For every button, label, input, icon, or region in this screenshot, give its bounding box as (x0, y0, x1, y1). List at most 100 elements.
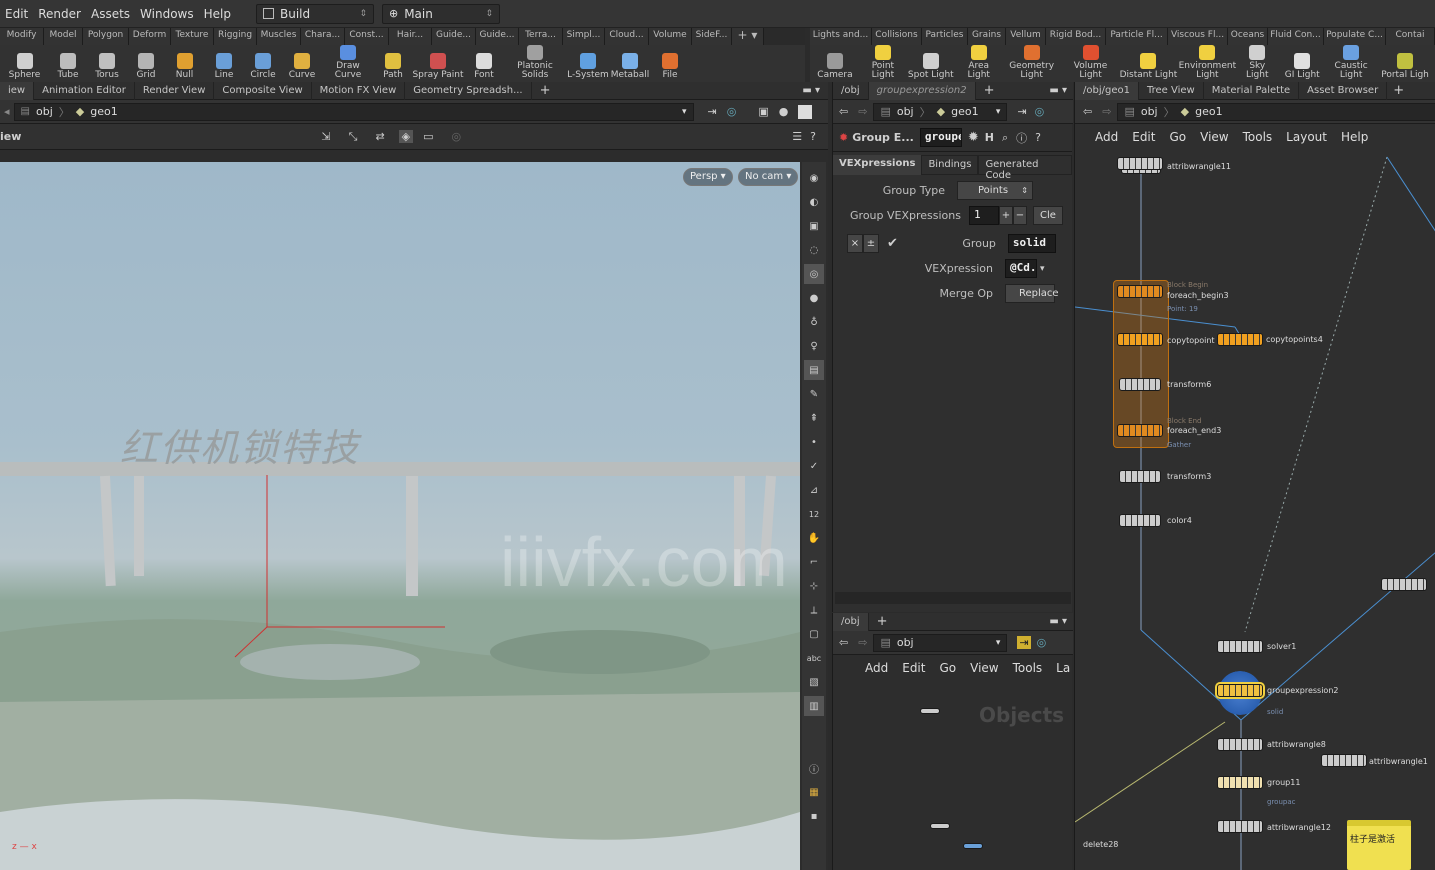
tool-curve[interactable]: Curve (282, 45, 322, 82)
bulb-icon[interactable]: ♁ (804, 312, 824, 332)
add-tab-button[interactable]: + (532, 83, 559, 98)
menu-layout[interactable]: Layout (1286, 130, 1327, 144)
node-foreach-end3[interactable] (1117, 424, 1163, 437)
tool-area-light[interactable]: Area Light (956, 45, 1002, 82)
tool-spray-paint[interactable]: Spray Paint (412, 45, 464, 82)
menu-assets[interactable]: Assets (86, 7, 135, 21)
node-attribwrangle8[interactable] (1217, 738, 1263, 751)
gear-icon[interactable]: ✹ (968, 130, 979, 145)
pane-menu-icon[interactable]: ▬ ▾ (1049, 616, 1073, 627)
geo-path-field[interactable]: ▤ obj 〉 ◆ geo1 (1117, 102, 1435, 121)
info-icon[interactable]: ⓘ (804, 758, 824, 778)
info-icon[interactable]: ⓘ (1016, 130, 1027, 146)
select-tool-icon[interactable]: ⇲ (321, 130, 330, 143)
light-icon[interactable]: ● (804, 288, 824, 308)
axis-icon[interactable]: ⟂ (804, 600, 824, 620)
menu-edit[interactable]: Edit (902, 661, 925, 675)
shelf-tab[interactable]: Guide... (476, 28, 519, 45)
menu-add[interactable]: Add (865, 661, 888, 675)
forward-arrow-icon[interactable]: ⇨ (1096, 105, 1117, 118)
shelf-tab[interactable]: Const... (345, 28, 389, 45)
tool-torus[interactable]: Torus (87, 45, 127, 82)
camera-icon[interactable]: ▪ (804, 806, 824, 826)
path-obj[interactable]: obj (1141, 105, 1158, 118)
menu-go[interactable]: Go (1169, 130, 1186, 144)
menu-add[interactable]: Add (1095, 130, 1118, 144)
view-mode-icon[interactable]: ◈ (398, 130, 414, 143)
hand-icon[interactable]: ✋ (804, 528, 824, 548)
tool-line[interactable]: Line (204, 45, 244, 82)
obj-node[interactable] (963, 843, 983, 849)
menu-render[interactable]: Render (33, 7, 86, 21)
persp-menu-button[interactable]: Persp ▾ (683, 168, 733, 186)
normals-icon[interactable]: ⇞ (804, 408, 824, 428)
path-geo1[interactable]: geo1 (951, 105, 978, 118)
pin-icon[interactable]: ⇥ (1017, 636, 1031, 649)
add-tab-button[interactable]: + (976, 83, 1003, 98)
menu-tools[interactable]: Tools (1243, 130, 1273, 144)
shelf-tab[interactable]: Terra... (519, 28, 563, 45)
path-geo1[interactable]: geo1 (1195, 105, 1222, 118)
eye-icon[interactable]: ◉ (804, 168, 824, 188)
geo-network-canvas[interactable]: attribwrangle11 foreach_begin3 Block Begin… (1075, 152, 1435, 870)
help-h-icon[interactable]: H (985, 131, 994, 144)
tab-motion-fx-view[interactable]: Motion FX View (312, 81, 406, 100)
tab-vexpressions[interactable]: VEXpressions (833, 155, 922, 175)
shelf-tab[interactable]: Simpl... (563, 28, 605, 45)
frame-icon[interactable]: ▢ (804, 624, 824, 644)
tab-tree-view[interactable]: Tree View (1139, 82, 1204, 100)
tool-path[interactable]: Path (374, 45, 412, 82)
sticky-note[interactable]: 柱子是激活 (1347, 820, 1411, 870)
tab-groupexpression2[interactable]: groupexpression2 (868, 81, 976, 100)
back-arrow-icon[interactable]: ⇦ (1075, 105, 1096, 118)
node-copytopoint[interactable] (1117, 333, 1163, 346)
shelf-tab[interactable]: Volume (649, 28, 692, 45)
wireframe-icon[interactable]: ◎ (804, 264, 824, 284)
node-transform6[interactable] (1119, 378, 1161, 391)
add-tab-button[interactable]: + (869, 614, 896, 629)
path-geo1[interactable]: geo1 (90, 105, 117, 118)
menu-edit[interactable]: Edit (0, 7, 33, 21)
link-icon[interactable]: ◎ (1035, 105, 1045, 118)
shelf-tab[interactable]: Rigging (214, 28, 257, 45)
back-arrow-icon[interactable]: ⇦ (833, 105, 852, 118)
tab-obj[interactable]: /obj (833, 612, 869, 631)
shelf-tab[interactable]: Texture (171, 28, 214, 45)
tool-lsystem[interactable]: L-System (566, 45, 610, 82)
tool-distant-light[interactable]: Distant Light (1120, 45, 1178, 82)
node-foreach-begin3[interactable] (1117, 285, 1163, 298)
context-selector[interactable]: ⊕ Main ⇕ (381, 3, 500, 24)
shelf-tab[interactable]: Fluid Con... (1268, 28, 1324, 45)
obj-node[interactable] (930, 823, 950, 829)
search-icon[interactable]: ⌕ (1002, 131, 1008, 145)
insert-instance-button[interactable]: ± (863, 234, 879, 253)
shelf-tab[interactable]: Contai (1386, 28, 1435, 45)
menu-view[interactable]: View (1200, 130, 1228, 144)
tool-gi-light[interactable]: GI Light (1277, 45, 1327, 82)
tab-asset-browser[interactable]: Asset Browser (1299, 82, 1388, 100)
tool-geometry-light[interactable]: Geometry Light (1002, 45, 1062, 82)
chevron-down-icon[interactable]: ▾ (1040, 264, 1045, 274)
node-name-field[interactable]: groupe (919, 128, 962, 147)
tab-scene-view[interactable]: iew (0, 81, 35, 100)
tool-portal-light[interactable]: Portal Ligh (1375, 45, 1435, 82)
pin-icon[interactable]: ⇥ (708, 105, 717, 118)
tool-platonic-solids[interactable]: Platonic Solids (504, 45, 566, 82)
menu-go[interactable]: Go (939, 661, 956, 675)
shelf-tab[interactable]: Muscles (257, 28, 301, 45)
menu-layout[interactable]: La (1056, 661, 1070, 675)
tab-material-palette[interactable]: Material Palette (1204, 82, 1300, 100)
shelf-tab[interactable]: Chara... (301, 28, 345, 45)
param-scrollbar[interactable] (835, 592, 1071, 604)
add-tab-button[interactable]: + (1387, 83, 1410, 98)
merge-op-select[interactable]: Replace (1005, 284, 1059, 303)
pane-menu-icon[interactable]: ▬ ▾ (802, 85, 828, 96)
obj-node[interactable] (920, 708, 940, 714)
forward-arrow-icon[interactable]: ⇨ (852, 636, 873, 649)
node-copytopoints4[interactable] (1217, 333, 1263, 346)
shading-icon[interactable]: ✎ (804, 384, 824, 404)
light-bulb-icon[interactable]: ● (779, 105, 789, 118)
shelf-tab[interactable]: Modify (0, 28, 44, 45)
shelf-tab[interactable]: Viscous Fl... (1168, 28, 1228, 45)
tab-composite-view[interactable]: Composite View (214, 81, 312, 100)
